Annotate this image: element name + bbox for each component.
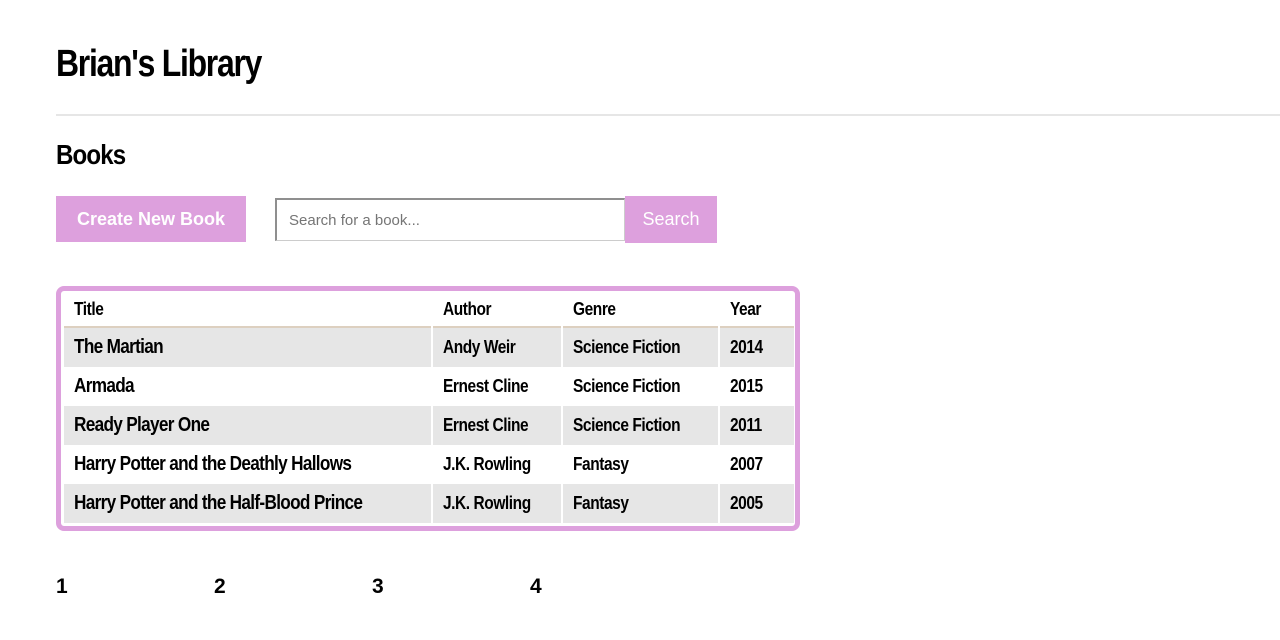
book-year-cell: 2015: [720, 367, 794, 406]
table-row[interactable]: Harry Potter and the Half-Blood Prince J…: [64, 484, 794, 523]
column-header-title[interactable]: Title: [64, 293, 431, 328]
table-row[interactable]: The Martian Andy Weir Science Fiction 20…: [64, 328, 794, 367]
book-author-cell: Ernest Cline: [433, 406, 561, 445]
book-title: Harry Potter and the Half-Blood Prince: [74, 492, 363, 514]
books-table-container: Title Author Genre Year The Martian Andy…: [56, 286, 800, 531]
book-year: 2011: [730, 415, 762, 435]
book-genre: Fantasy: [573, 454, 629, 474]
page-link-2[interactable]: 2: [214, 574, 226, 600]
section-title: Books: [56, 139, 126, 170]
column-header-label: Title: [74, 299, 104, 319]
book-author-cell: J.K. Rowling: [433, 484, 561, 523]
book-title-cell: Ready Player One: [64, 406, 431, 445]
book-year: 2007: [730, 454, 763, 474]
column-header-author[interactable]: Author: [433, 293, 561, 328]
book-title-cell: Harry Potter and the Half-Blood Prince: [64, 484, 431, 523]
book-genre-cell: Fantasy: [563, 445, 718, 484]
book-genre: Science Fiction: [573, 415, 681, 435]
book-author: J.K. Rowling: [443, 454, 531, 474]
book-title: Ready Player One: [74, 414, 210, 436]
book-year: 2015: [730, 376, 763, 396]
app-title: Brian's Library: [56, 43, 262, 85]
page-link-3[interactable]: 3: [372, 574, 384, 600]
book-title: Armada: [74, 375, 135, 397]
book-genre: Science Fiction: [573, 376, 681, 396]
book-genre-cell: Science Fiction: [563, 406, 718, 445]
table-header-row: Title Author Genre Year: [64, 293, 794, 328]
book-author-cell: J.K. Rowling: [433, 445, 561, 484]
create-new-book-button[interactable]: Create New Book: [56, 196, 246, 242]
column-header-label: Author: [443, 299, 492, 319]
book-title-cell: Harry Potter and the Deathly Hallows: [64, 445, 431, 484]
book-author-cell: Andy Weir: [433, 328, 561, 367]
column-header-label: Genre: [573, 299, 616, 319]
book-genre-cell: Fantasy: [563, 484, 718, 523]
book-genre: Science Fiction: [573, 337, 681, 357]
column-header-genre[interactable]: Genre: [563, 293, 718, 328]
book-year-cell: 2014: [720, 328, 794, 367]
table-row[interactable]: Armada Ernest Cline Science Fiction 2015: [64, 367, 794, 406]
book-year-cell: 2005: [720, 484, 794, 523]
book-genre-cell: Science Fiction: [563, 367, 718, 406]
search-input[interactable]: [275, 198, 625, 241]
table-row[interactable]: Harry Potter and the Deathly Hallows J.K…: [64, 445, 794, 484]
book-year-cell: 2007: [720, 445, 794, 484]
book-title-cell: The Martian: [64, 328, 431, 367]
book-genre: Fantasy: [573, 493, 629, 513]
book-title: The Martian: [74, 336, 164, 358]
book-author: Ernest Cline: [443, 415, 529, 435]
book-title-cell: Armada: [64, 367, 431, 406]
book-year-cell: 2011: [720, 406, 794, 445]
book-year: 2005: [730, 493, 763, 513]
header-divider: [56, 114, 1280, 116]
book-author: Andy Weir: [443, 337, 516, 357]
page-link-4[interactable]: 4: [530, 574, 542, 600]
search-button[interactable]: Search: [625, 196, 717, 243]
books-table: Title Author Genre Year The Martian Andy…: [62, 293, 796, 523]
book-genre-cell: Science Fiction: [563, 328, 718, 367]
column-header-year[interactable]: Year: [720, 293, 794, 328]
book-author: J.K. Rowling: [443, 493, 531, 513]
book-author-cell: Ernest Cline: [433, 367, 561, 406]
book-author: Ernest Cline: [443, 376, 529, 396]
page-link-1[interactable]: 1: [56, 574, 68, 600]
column-header-label: Year: [730, 299, 762, 319]
book-year: 2014: [730, 337, 763, 357]
book-title: Harry Potter and the Deathly Hallows: [74, 453, 352, 475]
table-row[interactable]: Ready Player One Ernest Cline Science Fi…: [64, 406, 794, 445]
